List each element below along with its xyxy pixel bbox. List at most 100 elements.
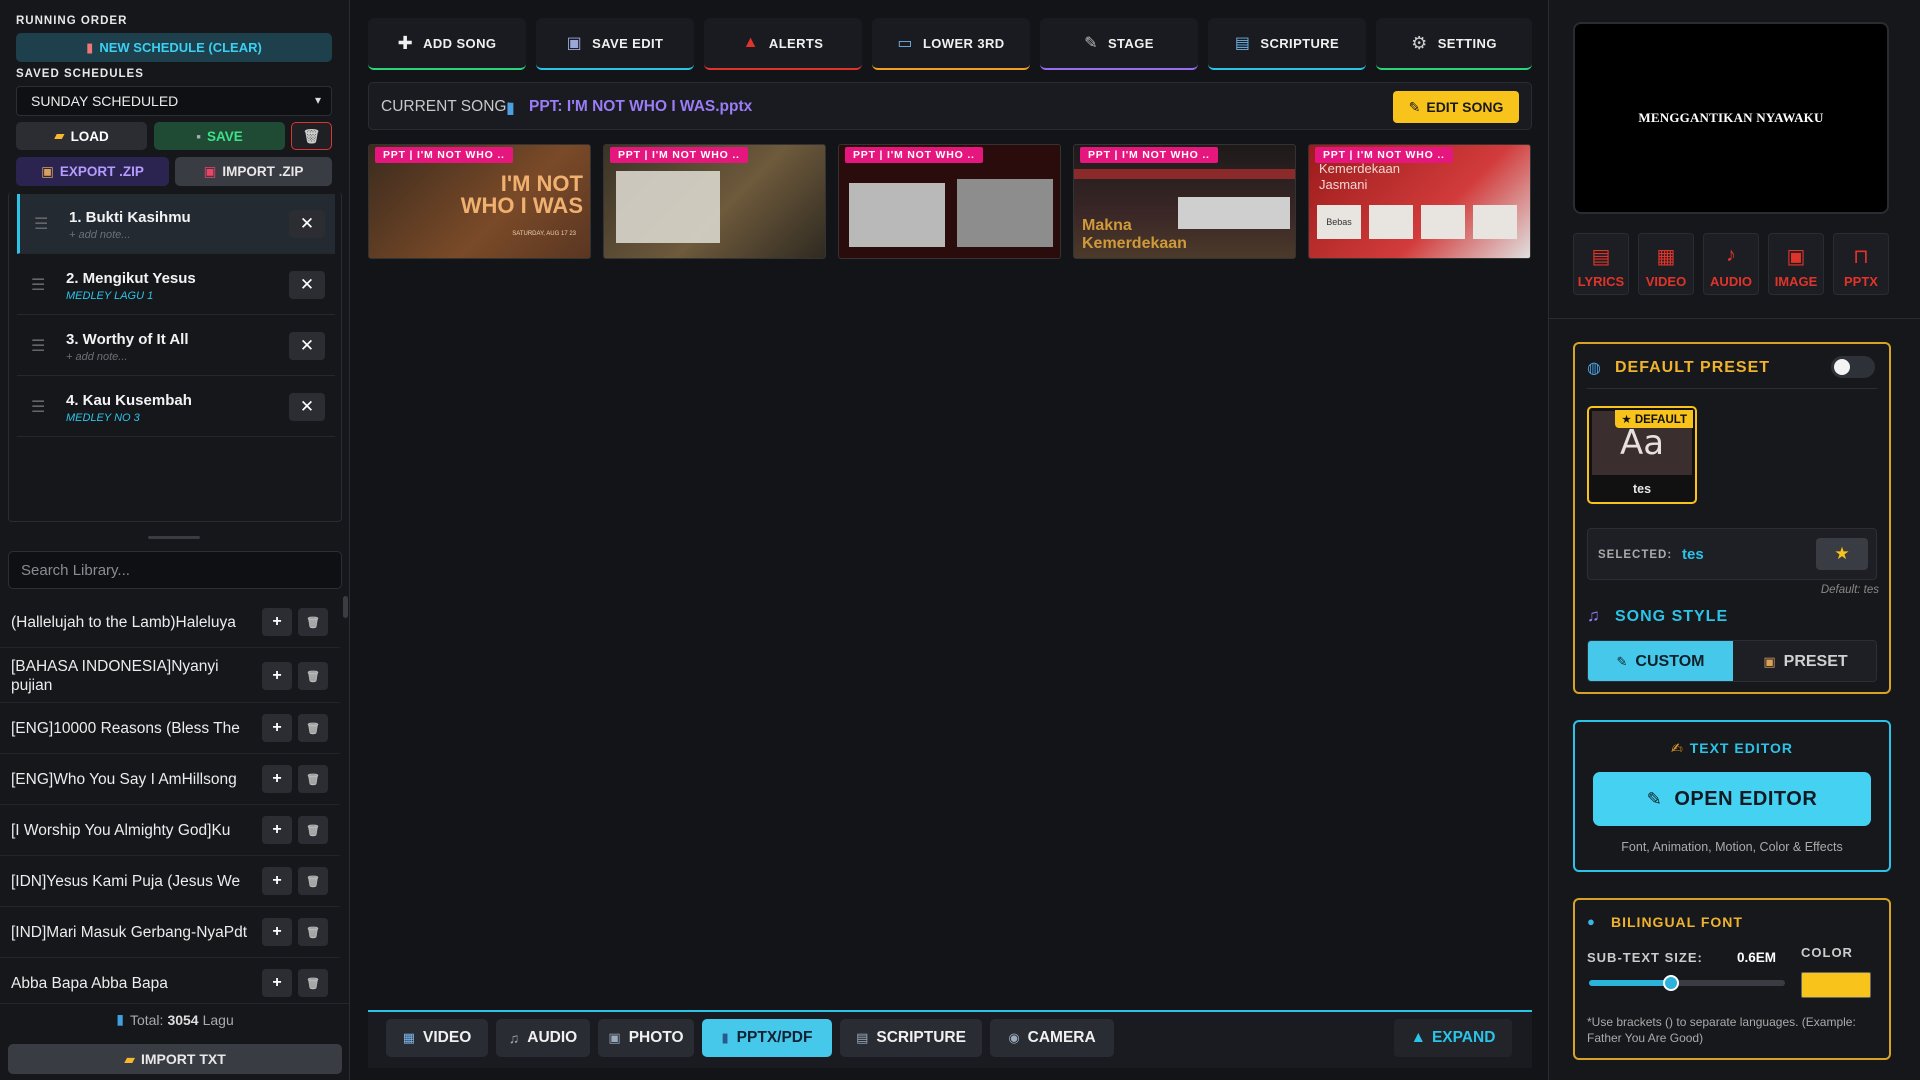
- current-song-value: PPT: I'M NOT WHO I WAS.pptx: [529, 98, 753, 115]
- song-style-preset-button[interactable]: ▣ PRESET: [1733, 641, 1876, 681]
- remove-item-button[interactable]: ✕: [289, 271, 325, 299]
- slide-thumbnail[interactable]: PPT | I'M NOT WHO ..: [603, 144, 826, 259]
- add-to-schedule-button[interactable]: +: [262, 608, 292, 636]
- add-to-schedule-button[interactable]: +: [262, 969, 292, 997]
- subtext-size-slider[interactable]: [1589, 975, 1785, 991]
- default-preset-toggle[interactable]: [1831, 356, 1875, 378]
- tab-camera[interactable]: ◉ CAMERA: [990, 1019, 1114, 1057]
- slide-thumbnail[interactable]: PPT | I'M NOT WHO .. Makna Kemerdekaan: [1073, 144, 1296, 259]
- tab-scripture[interactable]: ▤ SCRIPTURE: [840, 1019, 982, 1057]
- delete-schedule-button[interactable]: 🗑: [291, 122, 332, 150]
- library-item[interactable]: Abba Bapa Abba Bapa + 🗑: [0, 958, 340, 1009]
- running-order-item[interactable]: ☰ 4. Kau Kusembah MEDLEY NO 3 ✕: [17, 377, 335, 437]
- trash-icon[interactable]: 🗑: [298, 969, 328, 997]
- running-order-item[interactable]: ☰ 2. Mengikut Yesus MEDLEY LAGU 1 ✕: [17, 255, 335, 315]
- drag-handle-icon[interactable]: ☰: [31, 397, 45, 417]
- stage-button[interactable]: ✎ STAGE: [1040, 18, 1198, 70]
- running-order-label: RUNNING ORDER: [16, 15, 128, 27]
- preview-text: MENGGANTIKAN NYAWAKU: [1638, 110, 1824, 125]
- add-to-schedule-button[interactable]: +: [262, 816, 292, 844]
- clapper-icon: ▦: [1656, 246, 1676, 268]
- resize-handle[interactable]: [148, 536, 200, 539]
- save-edit-button[interactable]: ▣ SAVE EDIT: [536, 18, 694, 70]
- scripture-button[interactable]: ▤ SCRIPTURE: [1208, 18, 1366, 70]
- library-item[interactable]: [BAHASA INDONESIA]Nyanyi pujian + 🗑: [0, 648, 340, 703]
- library-scrollbar[interactable]: [343, 596, 348, 618]
- tab-video[interactable]: ▦ VIDEO: [386, 1019, 488, 1057]
- media-type-pptx[interactable]: ⊓ PPTX: [1833, 233, 1889, 295]
- trash-icon[interactable]: 🗑: [298, 714, 328, 742]
- export-zip-button[interactable]: ▣ EXPORT .ZIP: [16, 157, 169, 186]
- running-order-item[interactable]: ☰ 3. Worthy of It All + add note... ✕: [17, 316, 335, 376]
- add-to-schedule-button[interactable]: +: [262, 765, 292, 793]
- expand-button[interactable]: ▲ EXPAND: [1394, 1019, 1512, 1057]
- add-to-schedule-button[interactable]: +: [262, 867, 292, 895]
- library-item[interactable]: [ENG]Who You Say I AmHillsong + 🗑: [0, 754, 340, 805]
- media-type-image[interactable]: ▣ IMAGE: [1768, 233, 1824, 295]
- drag-handle-icon[interactable]: ☰: [31, 275, 45, 295]
- tab-pptx-pdf[interactable]: ▮ PPTX/PDF: [702, 1019, 832, 1057]
- drag-handle-icon[interactable]: ☰: [34, 214, 48, 234]
- preset-card[interactable]: Aa ★ DEFAULT tes: [1587, 406, 1697, 504]
- note-value[interactable]: MEDLEY NO 3: [66, 412, 140, 424]
- add-to-schedule-button[interactable]: +: [262, 662, 292, 690]
- library-item[interactable]: [I Worship You Almighty God]Ku + 🗑: [0, 805, 340, 856]
- remove-item-button[interactable]: ✕: [289, 332, 325, 360]
- slider-knob[interactable]: [1663, 975, 1680, 991]
- tab-audio[interactable]: ♫ AUDIO: [496, 1019, 590, 1057]
- library-item[interactable]: [IDN]Yesus Kami Puja (Jesus We + 🗑: [0, 856, 340, 907]
- slide-thumbnail[interactable]: PPT | I'M NOT WHO .. Kemerdekaan Jasmani…: [1308, 144, 1531, 259]
- text-editor-panel: ✍ TEXT EDITOR ✎ OPEN EDITOR Font, Animatio…: [1573, 720, 1891, 872]
- load-button[interactable]: ▰ LOAD: [16, 122, 147, 150]
- open-editor-button[interactable]: ✎ OPEN EDITOR: [1593, 772, 1871, 826]
- slide-thumbnail[interactable]: PPT | I'M NOT WHO ..: [838, 144, 1061, 259]
- search-library-input[interactable]: [8, 551, 342, 589]
- save-schedule-button[interactable]: ▪ SAVE: [154, 122, 285, 150]
- library-item[interactable]: (Hallelujah to the Lamb)Haleluya + 🗑: [0, 597, 340, 648]
- media-type-audio[interactable]: ♪ AUDIO: [1703, 233, 1759, 295]
- camera-icon: ◉: [1008, 1030, 1020, 1045]
- alerts-button[interactable]: ▲ ALERTS: [704, 18, 862, 70]
- trash-icon[interactable]: 🗑: [298, 816, 328, 844]
- media-type-lyrics[interactable]: ▤ LYRICS: [1573, 233, 1629, 295]
- drag-handle-icon[interactable]: ☰: [31, 336, 45, 356]
- gear-icon: ⚙: [1411, 32, 1428, 53]
- setting-button[interactable]: ⚙ SETTING: [1376, 18, 1532, 70]
- trash-icon[interactable]: 🗑: [298, 918, 328, 946]
- trash-icon[interactable]: 🗑: [298, 867, 328, 895]
- trash-icon: 🗑: [302, 127, 321, 144]
- tab-photo[interactable]: ▣ PHOTO: [598, 1019, 694, 1057]
- trash-icon[interactable]: 🗑: [298, 608, 328, 636]
- presentation-icon: ⊓: [1853, 246, 1869, 268]
- note-value[interactable]: MEDLEY LAGU 1: [66, 290, 153, 302]
- new-schedule-button[interactable]: ▮ NEW SCHEDULE (CLEAR): [16, 33, 332, 62]
- trash-icon[interactable]: 🗑: [298, 662, 328, 690]
- add-song-button[interactable]: ✚ ADD SONG: [368, 18, 526, 70]
- running-order-item[interactable]: ☰ 1. Bukti Kasihmu + add note... ✕: [17, 194, 335, 254]
- saved-schedule-select[interactable]: SUNDAY SCHEDULED ▾: [16, 86, 332, 116]
- music-note-icon: ♫: [1587, 606, 1600, 625]
- note-placeholder[interactable]: + add note...: [66, 351, 127, 363]
- add-to-schedule-button[interactable]: +: [262, 918, 292, 946]
- remove-item-button[interactable]: ✕: [289, 210, 325, 238]
- remove-item-button[interactable]: ✕: [289, 393, 325, 421]
- preset-card-name: tes: [1632, 482, 1652, 496]
- import-zip-button[interactable]: ▣ IMPORT .ZIP: [175, 157, 332, 186]
- subtext-color-swatch[interactable]: [1801, 972, 1871, 998]
- library-item[interactable]: [ENG]10000 Reasons (Bless The + 🗑: [0, 703, 340, 754]
- edit-song-button[interactable]: ✎ EDIT SONG: [1393, 91, 1519, 123]
- set-default-star-button[interactable]: ★: [1816, 538, 1868, 570]
- package-icon: ▣: [1763, 654, 1776, 669]
- media-type-video[interactable]: ▦ VIDEO: [1638, 233, 1694, 295]
- lower-third-button[interactable]: ▭ LOWER 3RD: [872, 18, 1030, 70]
- image-icon: ▣: [1786, 246, 1806, 268]
- library-item[interactable]: [IND]Mari Masuk Gerbang-NyaPdt + 🗑: [0, 907, 340, 958]
- note-placeholder[interactable]: + add note...: [69, 229, 130, 241]
- saved-schedules-label: SAVED SCHEDULES: [16, 68, 144, 80]
- bilingual-hint: *Use brackets () to separate languages. …: [1587, 1015, 1856, 1045]
- import-txt-button[interactable]: ▰ IMPORT TXT: [8, 1044, 342, 1074]
- add-to-schedule-button[interactable]: +: [262, 714, 292, 742]
- slide-thumbnail[interactable]: PPT | I'M NOT WHO .. I'M NOT WHO I WAS S…: [368, 144, 591, 259]
- song-style-custom-button[interactable]: ✎ CUSTOM: [1588, 641, 1733, 681]
- trash-icon[interactable]: 🗑: [298, 765, 328, 793]
